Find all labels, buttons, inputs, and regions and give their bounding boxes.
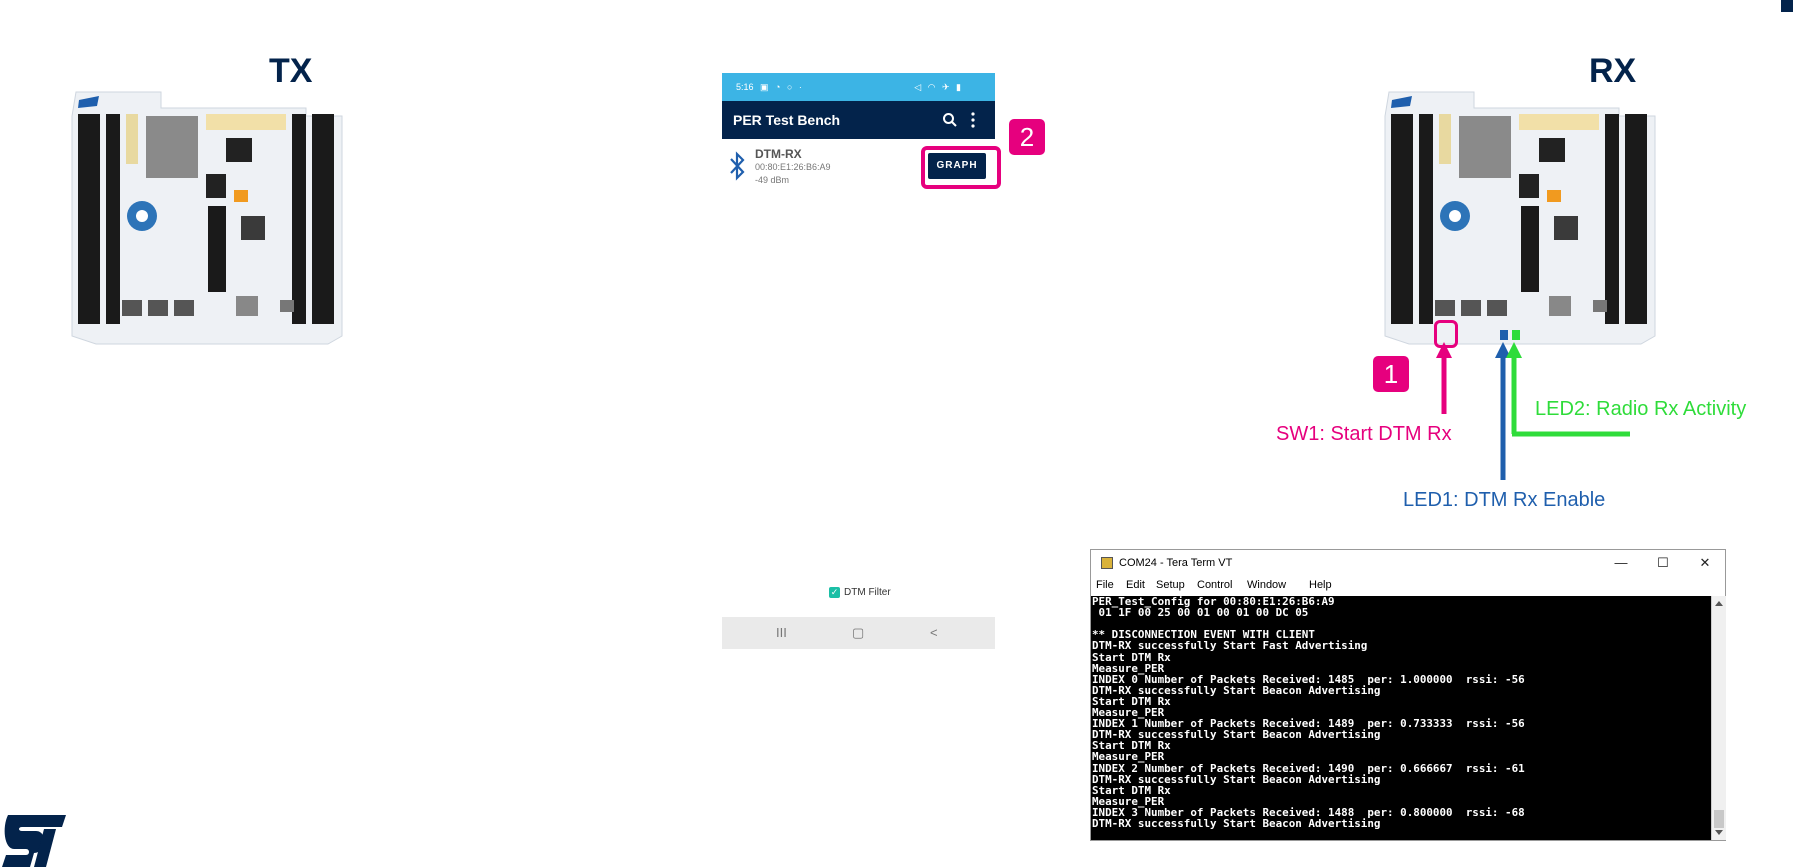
dtm-filter-checkbox[interactable]: ✓ DTM Filter [829,587,891,598]
app-bar: PER Test Bench [722,101,995,139]
device-rssi: -49 dBm [755,175,790,185]
rx-nucleo-board-image [1379,86,1659,348]
terminal-output[interactable]: PER_Test_Config for 00:80:E1:26:B6:A9 01… [1091,596,1711,840]
bluetooth-icon [730,151,745,181]
device-mac: 00:80:E1:26:B6:A9 [755,162,831,172]
led1-indicator [1500,330,1508,340]
menu-bar: File Edit Setup Control Window Help [1091,576,1725,596]
checkbox-checked-icon[interactable]: ✓ [829,587,840,598]
menu-window[interactable]: Window [1247,579,1286,591]
teraterm-app-icon [1101,557,1113,569]
search-icon[interactable] [942,112,958,128]
menu-control[interactable]: Control [1197,579,1232,591]
step-2-badge: 2 [1009,119,1045,155]
minimize-icon[interactable]: — [1601,550,1641,576]
menu-setup[interactable]: Setup [1156,579,1185,591]
window-title: COM24 - Tera Term VT [1119,557,1233,569]
nav-back-button[interactable]: < [930,617,938,649]
status-bar: 5:16 ▣ ◔ ○ · ◁ ◠ ✈ ▮ [722,73,995,101]
led2-label: LED2: Radio Rx Activity [1535,398,1747,420]
corner-accent [1781,0,1793,12]
sw1-label: SW1: Start DTM Rx [1276,423,1452,445]
status-notification-icons: ▣ ◔ ○ · [760,82,804,92]
graph-button-highlight-box [921,146,1001,189]
more-vertical-icon[interactable] [969,111,977,129]
tera-term-window: COM24 - Tera Term VT — ☐ ✕ File Edit Set… [1090,549,1726,841]
led2-indicator [1512,330,1520,340]
led1-label: LED1: DTM Rx Enable [1403,489,1606,511]
menu-edit[interactable]: Edit [1126,579,1145,591]
nav-recents-button[interactable]: III [776,617,787,649]
st-logo [2,815,66,867]
menu-help[interactable]: Help [1309,579,1332,591]
terminal-line: 01 1F 00 25 00 01 00 01 00 DC 05 [1092,606,1309,620]
status-time: 5:16 [736,82,754,92]
step-1-badge: 1 [1373,356,1409,392]
nav-home-button[interactable]: ▢ [852,617,864,649]
menu-file[interactable]: File [1096,579,1114,591]
app-title: PER Test Bench [733,112,841,128]
sw1-arrow [1436,342,1452,414]
android-nav-bar: III ▢ < [722,617,995,649]
terminal-line: DTM-RX successfully Start Beacon Adverti… [1092,817,1381,830]
close-icon[interactable]: ✕ [1685,550,1725,576]
dtm-filter-label: DTM Filter [844,587,891,599]
vertical-scrollbar[interactable] [1711,596,1726,840]
tx-nucleo-board-image [66,86,346,348]
led1-arrow [1495,342,1511,480]
status-system-icons: ◁ ◠ ✈ ▮ [914,82,963,92]
device-name: DTM-RX [755,147,802,161]
window-titlebar: COM24 - Tera Term VT — ☐ ✕ [1091,550,1725,576]
maximize-icon[interactable]: ☐ [1643,550,1683,576]
